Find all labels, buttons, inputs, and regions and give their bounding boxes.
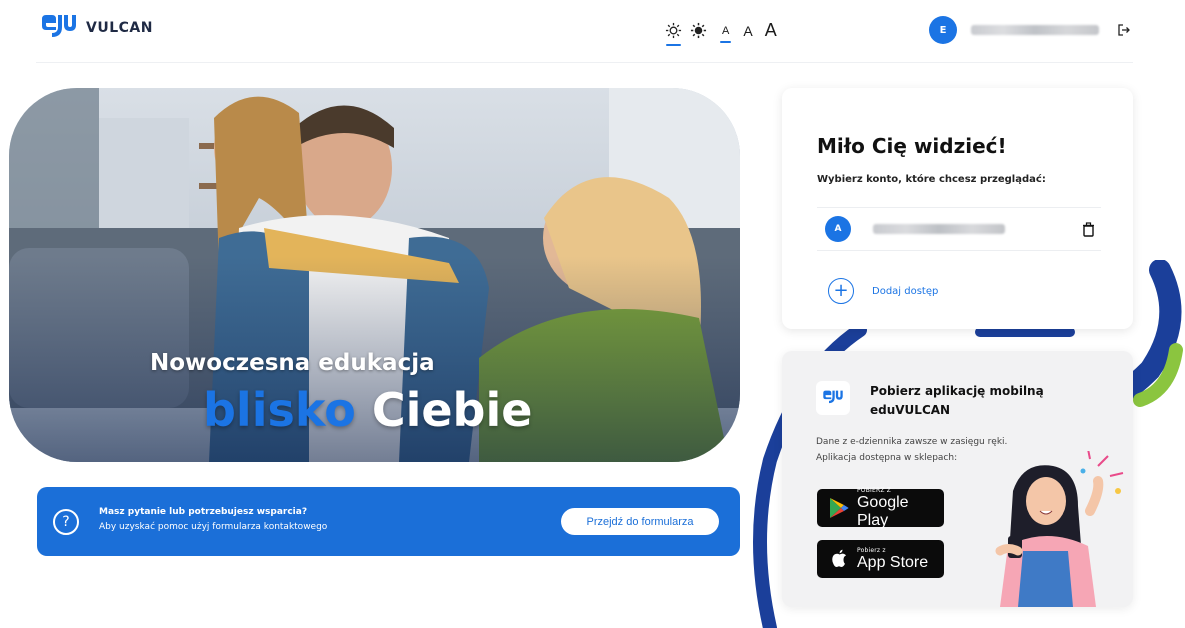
account-avatar: A <box>825 216 851 242</box>
hero-subtitle-blue: blisko <box>203 383 356 437</box>
add-access-button[interactable]: + Dodaj dostęp <box>828 278 938 304</box>
app-stores-label: Aplikacja dostępna w sklepach: <box>816 453 958 463</box>
user-menu[interactable]: E <box>929 16 1131 44</box>
theme-dark-button[interactable] <box>689 21 708 40</box>
app-store-small: Pobierz z <box>857 546 886 554</box>
support-banner: ? Masz pytanie lub potrzebujesz wsparcia… <box>37 487 740 556</box>
logout-icon[interactable] <box>1117 23 1131 37</box>
app-store-button[interactable]: Pobierz z App Store <box>817 540 944 578</box>
logo-text: VULCAN <box>86 20 153 36</box>
trash-icon[interactable] <box>1082 222 1095 237</box>
font-size-medium-button[interactable]: A <box>743 23 752 39</box>
header: VULCAN A A A E <box>0 0 1185 64</box>
user-name-blurred <box>971 25 1099 35</box>
edu-logo-icon <box>42 15 76 37</box>
font-size-large-button[interactable]: A <box>765 20 777 41</box>
account-picker-card: Miło Cię widzieć! Wybierz konto, które c… <box>782 88 1133 329</box>
support-hint: Aby uzyskać pomoc użyj formularza kontak… <box>99 522 328 532</box>
active-indicator <box>720 40 732 43</box>
app-store-text: Pobierz z App Store <box>857 547 928 572</box>
mobile-app-card: Pobierz aplikację mobilną eduVULCAN Dane… <box>782 351 1133 607</box>
welcome-subtitle: Wybierz konto, które chcesz przeglądać: <box>817 174 1046 185</box>
google-play-small: POBIERZ Z <box>856 486 892 494</box>
google-play-icon <box>829 498 849 518</box>
account-row[interactable]: A <box>817 207 1101 251</box>
google-play-button[interactable]: POBIERZ Z Google Play <box>817 487 944 530</box>
logo[interactable]: VULCAN <box>38 13 153 43</box>
sun-filled-icon <box>690 22 707 39</box>
sun-outline-icon <box>665 22 682 39</box>
hero-subtitle-white: Ciebie <box>371 383 533 437</box>
font-size-small-button[interactable]: A <box>720 24 732 43</box>
app-title: Pobierz aplikację mobilną eduVULCAN <box>870 384 1044 417</box>
font-size-small-label: A <box>722 24 730 37</box>
hero-title: Nowoczesna edukacja <box>150 350 435 376</box>
support-question: Masz pytanie lub potrzebujesz wsparcia? <box>99 507 308 517</box>
edu-logo-icon <box>823 390 843 404</box>
avatar[interactable]: E <box>929 16 957 44</box>
google-play-text: POBIERZ Z Google Play <box>857 487 944 530</box>
active-indicator <box>666 44 681 46</box>
girl-with-phone-illustration <box>995 451 1124 607</box>
edu-app-icon <box>816 381 850 415</box>
welcome-title: Miło Cię widzieć! <box>817 134 1007 158</box>
contact-form-button[interactable]: Przejdź do formularza <box>561 508 719 535</box>
add-access-label: Dodaj dostęp <box>872 285 939 297</box>
google-play-big: Google Play <box>856 493 909 529</box>
app-store-big: App Store <box>857 553 929 571</box>
accessibility-controls: A A A <box>664 20 777 46</box>
apple-icon <box>832 549 846 567</box>
hero-banner: Nowoczesna edukacja blisko Ciebie <box>9 88 740 462</box>
theme-light-button[interactable] <box>664 21 683 46</box>
account-name-blurred <box>873 224 1005 234</box>
question-icon: ? <box>53 509 79 535</box>
header-divider <box>36 62 1133 63</box>
plus-icon: + <box>828 278 854 304</box>
hero-subtitle: blisko Ciebie <box>203 383 532 437</box>
app-description: Dane z e-dziennika zawsze w zasięgu ręki… <box>816 437 1008 447</box>
